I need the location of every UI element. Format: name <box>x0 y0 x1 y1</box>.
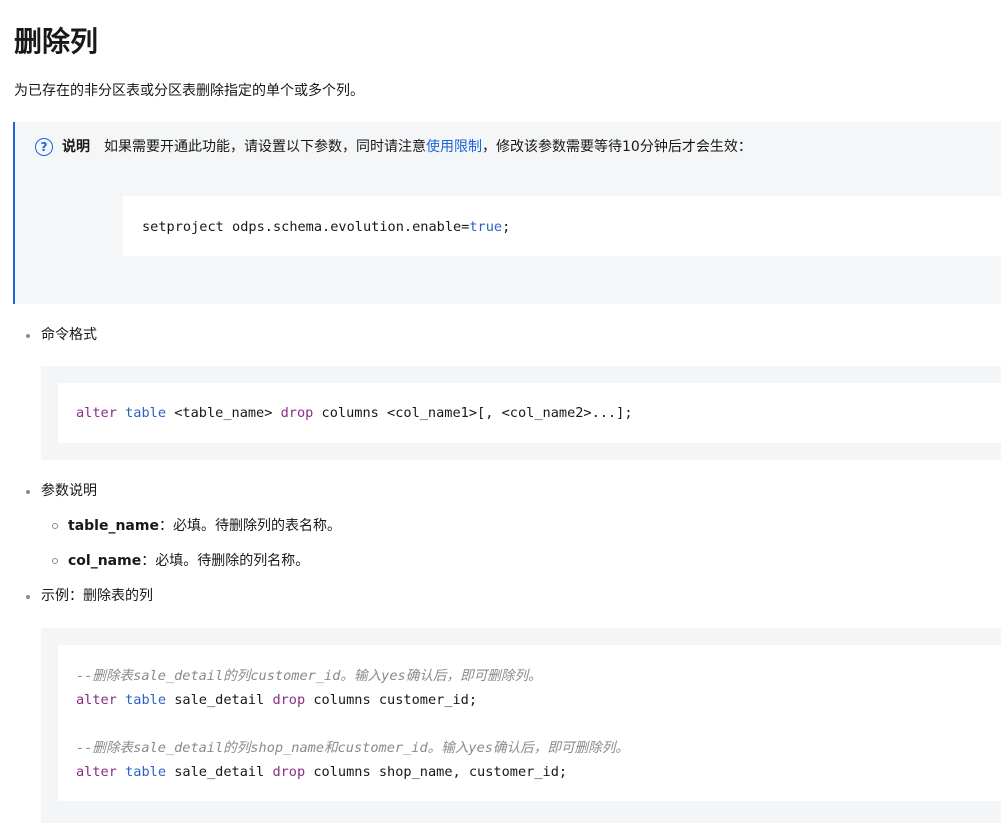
param-item-col-name: col_name：必填。待删除的列名称。 <box>68 553 310 569</box>
example-comment-2: --删除表sale_detail的列shop_name和customer_id。… <box>76 740 629 756</box>
note-text-after: ，修改该参数需要等待10分钟后才会生效： <box>482 139 752 155</box>
note-label: 说明 <box>62 139 90 155</box>
example-label: 示例：删除表的列 <box>41 588 153 604</box>
format-label: 命令格式 <box>41 327 97 343</box>
param-item-table-name: table_name：必填。待删除列的表名称。 <box>68 518 341 534</box>
note-header: ? 说明 如果需要开通此功能，请设置以下参数，同时请注意 使用限制 ，修改该参数需要… <box>35 136 752 158</box>
example-line-1: alter table sale_detail drop columns cus… <box>76 692 478 708</box>
example-code-block: --删除表sale_detail的列customer_id。输入yes确认后，即… <box>58 645 1001 801</box>
sub-bullet <box>52 558 58 564</box>
bullet-dot <box>26 490 30 494</box>
page-title: 删除列 <box>14 25 99 58</box>
example-line-2: alter table sale_detail drop columns sho… <box>76 764 568 780</box>
usage-limit-link[interactable]: 使用限制 <box>426 136 482 158</box>
note-box: ? 说明 如果需要开通此功能，请设置以下参数，同时请注意 使用限制 ，修改该参数需要… <box>13 122 1001 304</box>
example-comment-1: --删除表sale_detail的列customer_id。输入yes确认后，即… <box>76 668 542 684</box>
page-intro: 为已存在的非分区表或分区表删除指定的单个或多个列。 <box>14 83 364 99</box>
note-text-before: 如果需要开通此功能，请设置以下参数，同时请注意 <box>104 139 426 155</box>
format-code-block: alter table <table_name> drop columns <c… <box>58 383 1001 443</box>
note-code-block: setproject odps.schema.evolution.enable=… <box>123 196 1001 256</box>
question-circle-icon: ? <box>35 138 53 156</box>
example-code-container: --删除表sale_detail的列customer_id。输入yes确认后，即… <box>41 628 1001 823</box>
params-label: 参数说明 <box>41 483 97 499</box>
sub-bullet <box>52 523 58 529</box>
bullet-dot <box>26 334 30 338</box>
format-code-container: alter table <table_name> drop columns <c… <box>41 366 1001 460</box>
bullet-dot <box>26 595 30 599</box>
